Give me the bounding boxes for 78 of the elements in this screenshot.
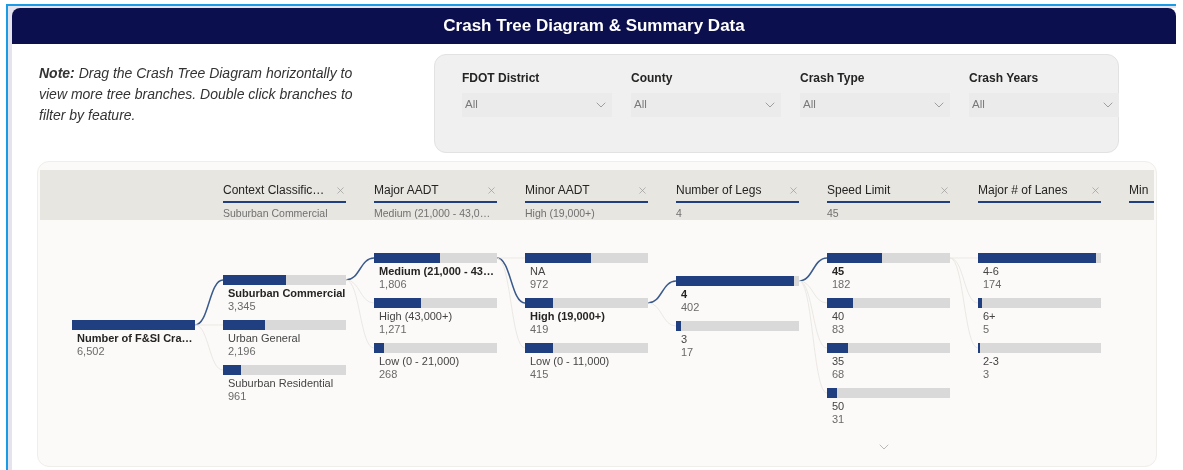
node-label[interactable]: NA [525,265,648,278]
node-label[interactable]: 40 [827,310,950,323]
node-value: 3,345 [227,300,257,313]
column-header[interactable]: Major # of Lanes [978,181,1068,199]
filter-dropdown[interactable]: All [969,93,1119,117]
node-value: 83 [831,323,846,336]
bar-track[interactable] [525,298,648,308]
column-subtitle: 4 [676,206,683,220]
bar-track[interactable] [827,298,950,308]
node-label[interactable]: Medium (21,000 - 43… [374,265,497,278]
node-label[interactable]: 6+ [978,310,1101,323]
bar-track[interactable] [525,253,648,263]
bar-track[interactable] [525,343,648,353]
filter-label: County [631,70,674,87]
node-value: 415 [529,368,550,381]
node-value: 68 [831,368,846,381]
node-label[interactable]: High (19,000+) [525,310,648,323]
filter-dropdown[interactable]: All [631,93,781,117]
bar-track[interactable] [978,343,1101,353]
connector-line [647,280,677,304]
bar-track[interactable] [223,275,346,285]
filter-label: FDOT District [462,70,541,87]
column-subtitle: Medium (21,000 - 43,0… [374,206,492,220]
node-value: 3 [982,368,991,381]
node-label[interactable]: 50 [827,400,950,413]
node-label[interactable]: Urban General [223,332,346,345]
node-value: 31 [831,413,846,426]
node-value: 2,196 [227,345,257,358]
node-value: 972 [529,278,550,291]
filter-label: Crash Type [800,70,866,87]
node-value: 1,806 [378,278,408,291]
column-header[interactable]: Speed Limit [827,181,891,199]
node-label[interactable]: 3 [676,333,799,346]
bar-track[interactable] [223,320,346,330]
node-label[interactable]: Suburban Commercial [223,287,346,300]
filter-dropdown[interactable]: All [800,93,950,117]
bar-track[interactable] [374,253,497,263]
column-header[interactable]: Major AADT [374,181,439,199]
column-header[interactable]: Number of Legs [676,181,762,199]
column-subtitle: 45 [827,206,840,220]
node-value: 17 [680,346,695,359]
node-value: 6,502 [76,345,106,358]
node-value: 402 [680,301,701,314]
node-value: 174 [982,278,1003,291]
column-header[interactable]: Context Classific… [223,181,325,199]
bar-track[interactable] [374,343,497,353]
bar-track[interactable] [827,388,950,398]
column-subtitle: High (19,000+) [525,206,596,220]
node-value: 182 [831,278,852,291]
node-value: 419 [529,323,550,336]
node-value: 5 [982,323,991,336]
filter-label: Crash Years [969,70,1040,87]
node-value: 1,271 [378,323,408,336]
note-text: Note: Drag the Crash Tree Diagram horizontally to view more tree branches. Double click branches to filter by feature. [39,64,354,125]
node-label[interactable]: Low (0 - 21,000) [374,355,497,368]
column-header[interactable]: Minor AADT [525,181,590,199]
bar-track[interactable] [223,365,346,375]
title-bar: Crash Tree Diagram & Summary Data [12,8,1176,44]
node-value: 268 [378,368,399,381]
bar-track[interactable] [827,343,950,353]
bar-track[interactable] [978,298,1101,308]
connector-line [647,302,677,327]
bar-track[interactable] [374,298,497,308]
node-label[interactable]: 4 [676,288,799,301]
node-label[interactable]: 45 [827,265,950,278]
filter-dropdown[interactable]: All [462,93,612,117]
bar-track[interactable] [676,321,799,331]
column-subtitle: Suburban Commercial [223,206,329,220]
bar-track[interactable] [827,253,950,263]
node-label[interactable]: 35 [827,355,950,368]
node-value: 961 [227,390,248,403]
node-label[interactable]: 4-6 [978,265,1101,278]
node-label[interactable]: Low (0 - 11,000) [525,355,648,368]
column-header[interactable]: Min [1129,181,1149,199]
node-label[interactable]: Suburban Residential [223,377,346,390]
node-label[interactable]: 2-3 [978,355,1101,368]
node-label[interactable]: High (43,000+) [374,310,497,323]
node-label[interactable]: Number of F&SI Cra… [72,332,195,345]
